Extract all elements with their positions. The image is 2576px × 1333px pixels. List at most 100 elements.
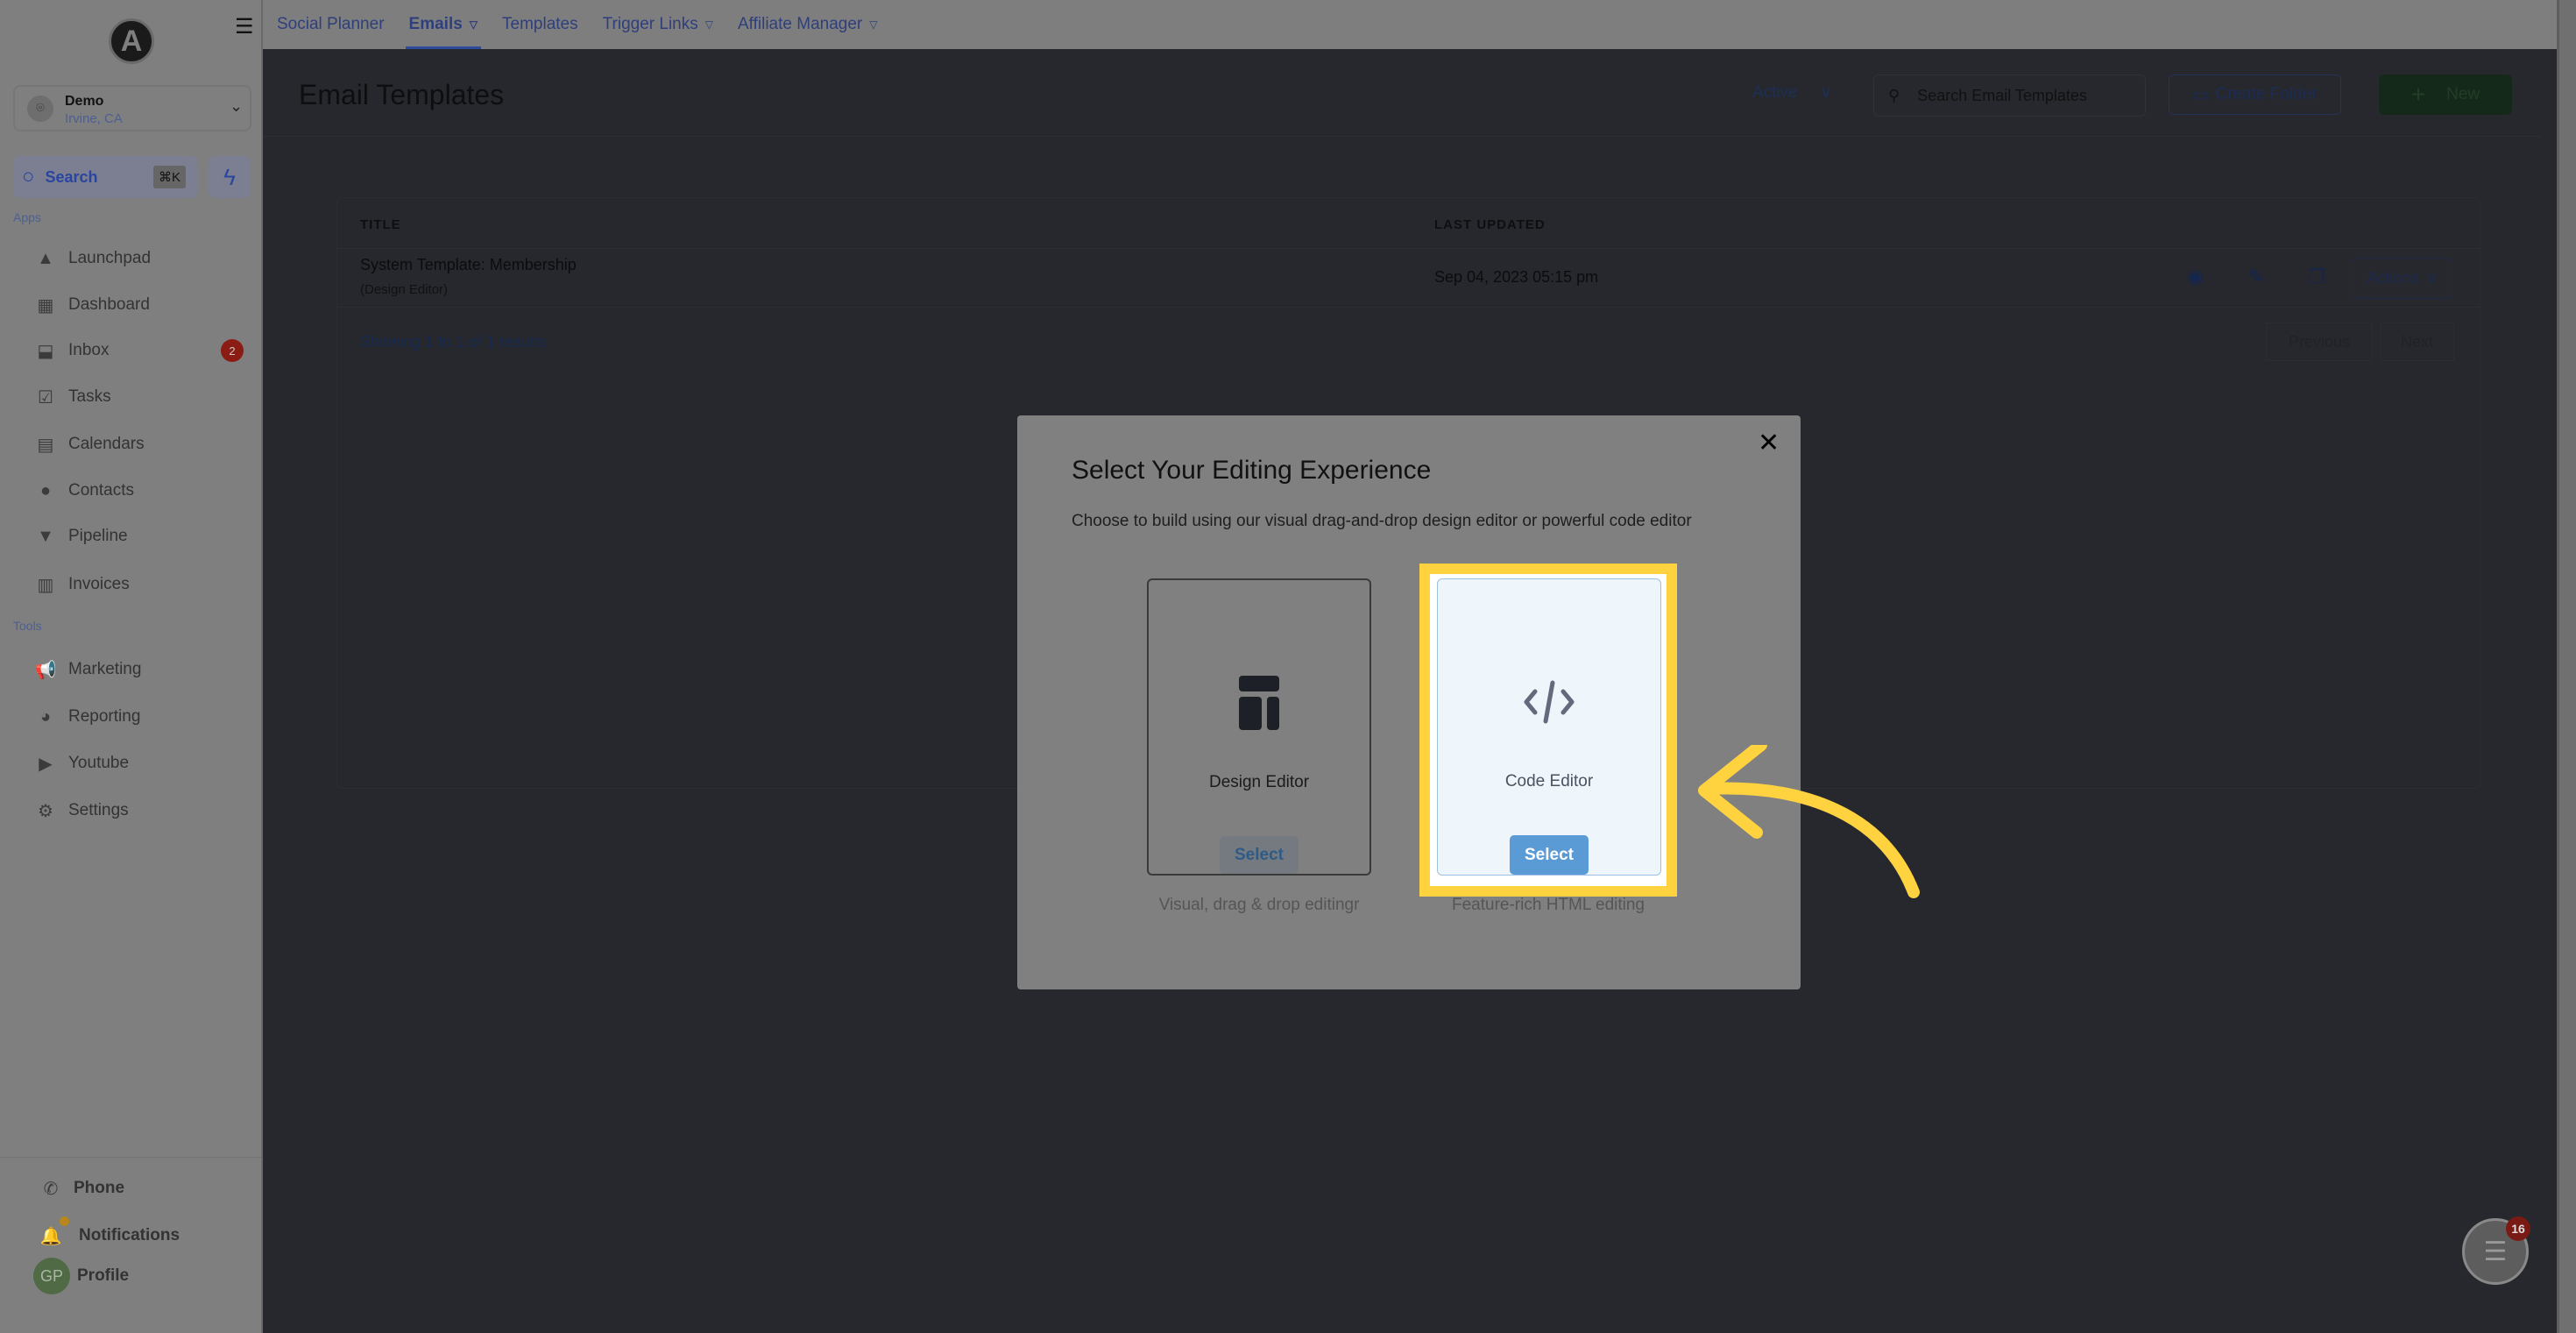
sidebar-item-youtube[interactable]: ▶ Youtube <box>33 746 244 781</box>
nav-label: Notifications <box>79 1226 180 1244</box>
nav-label: Tasks <box>68 387 111 406</box>
nav-label: Dashboard <box>68 295 150 314</box>
previous-page-button[interactable]: Previous <box>2266 323 2373 361</box>
logo-letter: A <box>120 24 143 58</box>
chevron-down-icon: ▽ <box>869 18 878 31</box>
chevron-down-icon: ⌄ <box>230 97 244 115</box>
sidebar-item-settings[interactable]: ⚙ Settings <box>33 793 244 828</box>
actions-dropdown[interactable]: Actions ∨ <box>2353 258 2452 299</box>
sidebar-item-marketing[interactable]: 📢 Marketing <box>33 652 244 687</box>
edit-pencil-icon[interactable]: ✎ <box>2248 266 2264 288</box>
chevron-down-icon: ▽ <box>469 18 478 31</box>
megaphone-icon: 📢 <box>34 660 57 680</box>
dashboard-icon: ▦ <box>37 295 54 316</box>
sidebar-item-tasks[interactable]: ☑ Tasks <box>33 379 244 415</box>
quick-actions-bolt-icon[interactable]: ϟ <box>209 156 251 198</box>
nav-label: Phone <box>74 1179 125 1197</box>
invoice-icon: ▥ <box>37 575 54 595</box>
modal-subtitle: Choose to build using our visual drag-an… <box>1072 512 1692 530</box>
app-logo[interactable]: A <box>109 18 154 64</box>
location-switcher[interactable]: ⌾ Demo Irvine, CA ⌄ <box>13 85 251 131</box>
sidebar-item-launchpad[interactable]: ▲ Launchpad <box>33 241 244 276</box>
apps-section-label: Apps <box>13 210 41 224</box>
sidebar-item-inbox[interactable]: ⬓ Inbox 2 <box>33 333 244 368</box>
folder-icon: ▭ <box>2192 85 2209 104</box>
tab-label: Emails <box>408 15 463 33</box>
calendar-icon: ▤ <box>37 435 54 455</box>
nav-label: Profile <box>77 1266 130 1285</box>
notification-dot <box>60 1216 69 1226</box>
tab-templates[interactable]: Templates <box>502 0 578 49</box>
phone-icon: ✆ <box>43 1179 59 1199</box>
nav-label: Youtube <box>68 754 130 772</box>
sidebar-item-pipeline[interactable]: ▼ Pipeline <box>33 519 244 554</box>
sidebar-search-button[interactable]: ○ Search ⌘K <box>13 156 198 198</box>
column-header-last-updated: LAST UPDATED <box>1434 217 1546 232</box>
design-editor-option[interactable]: Design Editor Select <box>1147 578 1371 876</box>
tab-label: Templates <box>502 15 578 33</box>
chevron-down-icon: ∨ <box>1820 83 1832 102</box>
nav-label: Pipeline <box>68 527 128 545</box>
select-code-editor-button[interactable]: Select <box>1510 835 1589 875</box>
option-label: Design Editor <box>1208 773 1310 791</box>
sidebar-item-dashboard[interactable]: ▦ Dashboard <box>33 287 244 323</box>
tab-trigger-links[interactable]: Trigger Links ▽ <box>603 0 713 49</box>
template-title[interactable]: System Template: Membership <box>360 256 577 274</box>
tab-social-planner[interactable]: Social Planner <box>277 0 385 49</box>
nav-label: Calendars <box>68 435 145 453</box>
status-filter-value: Active <box>1752 83 1798 102</box>
actions-label: Actions <box>2367 269 2419 287</box>
new-template-button[interactable]: + New <box>2379 74 2512 115</box>
nav-label: Reporting <box>68 707 141 726</box>
sidebar-item-notifications[interactable]: 🔔 Notifications <box>39 1218 249 1253</box>
nav-label: Invoices <box>68 575 130 593</box>
pagination-summary: Showing 1 to 1 of 1 results <box>360 333 547 351</box>
chat-badge: 16 <box>2506 1216 2530 1241</box>
table-row[interactable]: System Template: Membership (Design Edit… <box>336 249 2480 307</box>
tab-label: Trigger Links <box>602 15 698 33</box>
status-filter-dropdown[interactable]: Active ∨ <box>1752 82 1832 103</box>
sidebar-item-reporting[interactable]: ◕ Reporting <box>33 699 244 734</box>
tab-affiliate-manager[interactable]: Affiliate Manager ▽ <box>738 0 877 49</box>
sidebar-item-invoices[interactable]: ▥ Invoices <box>33 567 244 602</box>
pipeline-icon: ▼ <box>37 526 54 546</box>
rocket-icon: ▲ <box>37 248 54 268</box>
scrollbar[interactable] <box>2557 0 2576 1333</box>
annotation-arrow <box>1698 745 1920 898</box>
sidebar-item-calendars[interactable]: ▤ Calendars <box>33 427 244 462</box>
tab-label: Affiliate Manager <box>738 15 863 33</box>
search-icon: ⚲ <box>1888 86 1900 104</box>
close-icon[interactable]: ✕ <box>1758 428 1780 458</box>
inbox-badge: 2 <box>221 339 244 362</box>
inbox-icon: ⬓ <box>37 341 54 361</box>
collapse-sidebar-icon[interactable]: ☰ <box>235 17 254 38</box>
create-folder-button[interactable]: ▭ Create Folder <box>2169 74 2341 115</box>
tab-label: Social Planner <box>277 15 385 33</box>
location-name: Demo <box>65 94 104 109</box>
sidebar-item-contacts[interactable]: ● Contacts <box>33 473 244 508</box>
search-label: Search <box>45 167 98 186</box>
top-nav: Social Planner Emails ▽ Templates Trigger… <box>263 0 2576 49</box>
next-page-button[interactable]: Next <box>2380 323 2454 361</box>
template-subtitle: (Design Editor) <box>360 282 449 297</box>
nav-label: Inbox <box>68 341 110 359</box>
modal-title: Select Your Editing Experience <box>1072 456 1432 485</box>
nav-label: Launchpad <box>68 249 152 267</box>
pie-chart-icon: ◕ <box>39 706 52 727</box>
sidebar-item-profile[interactable]: GP Profile <box>33 1258 244 1294</box>
nav-label: Marketing <box>68 660 142 678</box>
layout-icon <box>1239 676 1279 730</box>
plus-icon: + <box>2410 81 2426 108</box>
nav-label: Contacts <box>68 481 134 500</box>
search-templates-input[interactable]: ⚲ Search Email Templates <box>1873 74 2146 117</box>
preview-icon[interactable]: ◉ <box>2187 266 2204 288</box>
column-header-title: TITLE <box>360 217 401 232</box>
code-editor-option[interactable]: Code Editor Select <box>1437 578 1661 876</box>
sidebar-item-phone[interactable]: ✆ Phone <box>39 1171 249 1206</box>
tab-emails[interactable]: Emails ▽ <box>405 0 481 49</box>
chevron-down-icon: ∨ <box>2425 269 2438 287</box>
select-design-editor-button[interactable]: Select <box>1220 836 1299 874</box>
page-title: Email Templates <box>299 79 505 110</box>
copy-icon[interactable]: ❐ <box>2308 266 2325 288</box>
location-pin-icon: ⌾ <box>27 96 53 122</box>
